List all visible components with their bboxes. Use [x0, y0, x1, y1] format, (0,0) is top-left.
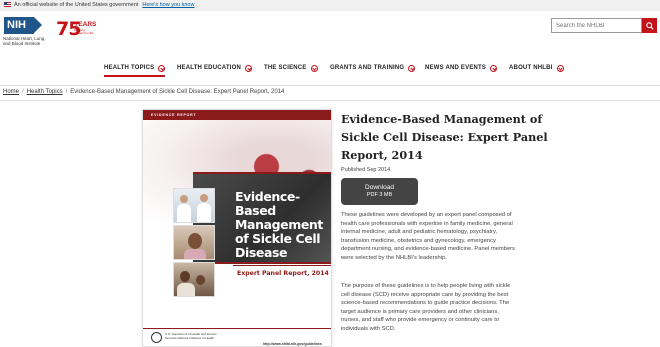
breadcrumb-health-topics-link[interactable]: Health Topics: [27, 89, 63, 95]
cover-footer-divider: [143, 328, 331, 329]
cover-photos: [173, 188, 215, 298]
gov-banner-text: An official website of the United States…: [14, 2, 139, 8]
cover-title: Evidence-Based Management of Sickle Cell…: [235, 189, 324, 260]
published-date: Published Sep 2014: [341, 167, 391, 173]
anniversary-word: YEARS: [74, 21, 97, 28]
nav-news-and-events[interactable]: NEWS AND EVENTS: [425, 63, 498, 73]
nav-the-science[interactable]: THE SCIENCE: [264, 63, 318, 73]
page-title: Evidence-Based Management of Sickle Cell…: [341, 112, 548, 162]
description-paragraph-2: The purpose of these guidelines is to he…: [341, 283, 511, 332]
nav-label: GRANTS AND TRAINING: [330, 65, 405, 71]
breadcrumb-current: Evidence-Based Management of Sickle Cell…: [70, 89, 285, 95]
us-flag-icon: [4, 2, 11, 7]
nav-label: HEALTH EDUCATION: [177, 65, 241, 71]
hhs-seal-icon: [151, 332, 162, 343]
search-input[interactable]: [551, 18, 642, 33]
nav-label: ABOUT NHLBI: [509, 65, 553, 71]
chevron-down-icon: [408, 64, 416, 72]
nhlbi-name: National Heart, Lung, and Blood Institut…: [3, 36, 46, 47]
chevron-down-icon: [556, 64, 564, 72]
nav-grants-and-training[interactable]: GRANTS AND TRAINING: [330, 63, 416, 73]
download-pdf-button[interactable]: Download PDF 3 MB: [341, 178, 418, 205]
anniversary-tagline: Bringing research to life: [74, 28, 94, 36]
nav-about-nhlbi[interactable]: ABOUT NHLBI: [509, 63, 564, 73]
description-paragraph-1: These guidelines were developed by an ex…: [341, 212, 516, 261]
main-nav: HEALTH TOPICS HEALTH EDUCATION THE SCIEN…: [0, 63, 660, 77]
nav-label: HEALTH TOPICS: [104, 65, 155, 71]
chevron-down-icon: [310, 64, 318, 72]
nih-logo-mark: NIH: [4, 17, 42, 34]
chevron-down-icon: [158, 64, 166, 72]
breadcrumb-separator: /: [65, 89, 68, 95]
heres-how-you-know-link[interactable]: Here's how you know: [142, 2, 194, 8]
cover-subtitle: Expert Panel Report, 2014: [237, 270, 329, 277]
nav-health-topics[interactable]: HEALTH TOPICS: [104, 63, 166, 77]
doctors-photo: [173, 188, 215, 223]
breadcrumb-home-link[interactable]: Home: [3, 89, 19, 95]
chevron-down-icon: [490, 64, 498, 72]
site-search: [551, 18, 657, 33]
cover-topbar: EVIDENCE REPORT: [143, 110, 331, 120]
chevron-down-icon: [244, 64, 252, 72]
download-file-info: PDF 3 MB: [366, 192, 393, 198]
75-years-logo: 75 YEARS Bringing research to life: [56, 18, 98, 44]
report-cover-image: EVIDENCE REPORT Evidence-Based Managemen…: [142, 109, 332, 347]
search-button[interactable]: [642, 18, 657, 33]
family-photo: [173, 262, 215, 297]
nav-health-education[interactable]: HEALTH EDUCATION: [177, 63, 252, 73]
nav-label: THE SCIENCE: [264, 65, 307, 71]
nih-logo[interactable]: NIH: [4, 17, 50, 34]
cover-url: http://www.nhlbi.nih.gov/guidelines: [263, 342, 322, 346]
child-photo: [173, 225, 215, 260]
breadcrumb-divider: [0, 100, 660, 101]
nav-label: NEWS AND EVENTS: [425, 65, 487, 71]
cover-org: U.S. Department of Health and Human Serv…: [165, 332, 217, 340]
download-label: Download: [365, 184, 394, 191]
breadcrumb-separator: /: [22, 89, 24, 95]
breadcrumb: Home / Health Topics / Evidence-Based Manage…: [3, 89, 284, 95]
cover-divider: [233, 265, 331, 266]
nav-divider: [0, 85, 660, 86]
search-icon: [645, 21, 654, 30]
gov-banner: An official website of the United States…: [0, 0, 660, 11]
